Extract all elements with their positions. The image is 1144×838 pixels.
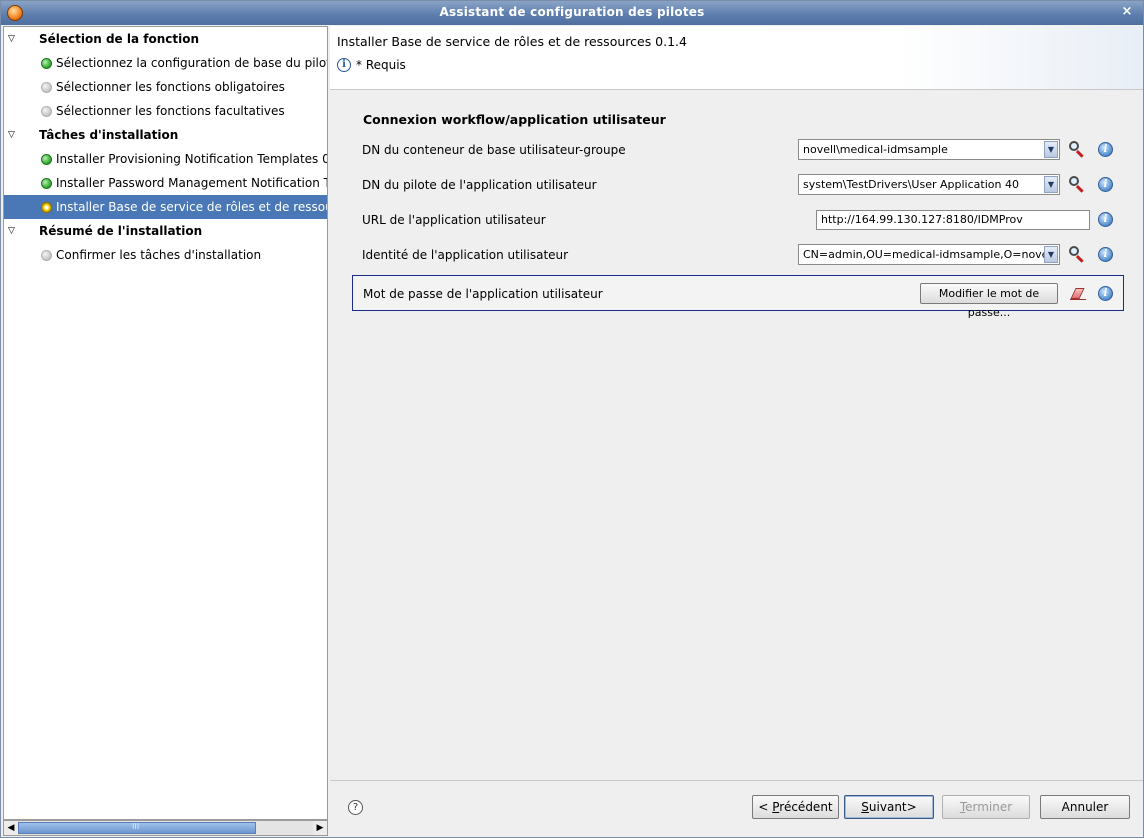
- steps-tree: ▽ Sélection de la fonction Sélectionnez …: [3, 26, 328, 820]
- scroll-left-icon[interactable]: ◀: [4, 821, 18, 835]
- next-mnemonic: S: [861, 800, 869, 814]
- user-app-driver-dn-combo[interactable]: system\TestDrivers\User Application 40 ▼: [798, 174, 1060, 195]
- tree-item-password-templates[interactable]: Installer Password Management Notificati…: [4, 171, 328, 195]
- combo-value: novell\medical-idmsample: [803, 143, 948, 156]
- base-container-dn-combo[interactable]: novell\medical-idmsample ▼: [798, 139, 1060, 160]
- back-label: récédent: [779, 800, 833, 814]
- status-current-icon: [41, 202, 52, 213]
- tree-item-label: Sélectionner les fonctions obligatoires: [56, 80, 285, 94]
- scroll-right-icon[interactable]: ▶: [313, 821, 327, 835]
- tree-item-required-functions[interactable]: Sélectionner les fonctions obligatoires: [4, 75, 327, 99]
- group-label: Tâches d'installation: [39, 128, 179, 142]
- status-complete-icon: [41, 154, 52, 165]
- tree-item-label: Confirmer les tâches d'installation: [56, 248, 262, 262]
- next-button[interactable]: Suivant>: [844, 795, 934, 819]
- tree-item-provisioning-templates[interactable]: Installer Provisioning Notification Temp…: [4, 147, 328, 171]
- scrollbar-grip: III: [132, 822, 140, 831]
- wizard-window: Assistant de configuration des pilotes ×…: [0, 0, 1144, 838]
- next-label: uivant>: [868, 800, 917, 814]
- tree-item-confirm-tasks[interactable]: Confirmer les tâches d'installation: [4, 243, 327, 267]
- user-app-identity-label: Identité de l'application utilisateur: [362, 248, 569, 262]
- chevron-down-icon[interactable]: ▼: [1044, 176, 1058, 193]
- user-app-url-label: URL de l'application utilisateur: [362, 213, 546, 227]
- password-row: Mot de passe de l'application utilisateu…: [352, 275, 1124, 319]
- chevron-down-icon[interactable]: ▼: [1044, 141, 1058, 158]
- password-label: Mot de passe de l'application utilisateu…: [363, 287, 603, 301]
- collapse-arrow-icon[interactable]: ▽: [8, 219, 20, 243]
- tree-item-rbrs-base[interactable]: Installer Base de service de rôles et de…: [4, 195, 328, 219]
- field-info-icon[interactable]: i: [1098, 247, 1113, 262]
- user-app-identity-combo[interactable]: CN=admin,OU=medical-idmsample,O=novell ▼: [798, 244, 1060, 265]
- browse-search-icon[interactable]: [1068, 245, 1086, 263]
- footer-separator: [330, 780, 1143, 781]
- close-icon[interactable]: ×: [1119, 4, 1135, 20]
- status-complete-icon: [41, 178, 52, 189]
- tree-horizontal-scrollbar[interactable]: ◀ III ▶: [3, 820, 328, 836]
- tree-item-label: Installer Provisioning Notification Temp…: [56, 152, 328, 166]
- tree-item-optional-functions[interactable]: Sélectionner les fonctions facultatives: [4, 99, 327, 123]
- finish-label: erminer: [965, 800, 1013, 814]
- field-info-icon[interactable]: i: [1098, 142, 1113, 157]
- status-complete-icon: [41, 58, 52, 69]
- content-panel: Installer Base de service de rôles et de…: [330, 26, 1143, 837]
- collapse-arrow-icon[interactable]: ▽: [8, 123, 20, 147]
- base-container-dn-label: DN du conteneur de base utilisateur-grou…: [362, 143, 626, 157]
- clear-password-icon[interactable]: [1070, 286, 1086, 300]
- input-value: http://164.99.130.127:8180/IDMProv: [821, 213, 1023, 226]
- back-prefix: <: [758, 800, 773, 814]
- field-info-icon[interactable]: i: [1098, 286, 1113, 301]
- change-password-button[interactable]: Modifier le mot de passe...: [920, 283, 1058, 319]
- tree-group-install-tasks[interactable]: ▽ Tâches d'installation: [4, 123, 327, 147]
- info-icon: i: [337, 58, 351, 72]
- tree-item-label: Installer Password Management Notificati…: [56, 176, 328, 190]
- required-note: * Requis: [356, 58, 406, 72]
- help-icon[interactable]: ?: [348, 800, 363, 815]
- group-label: Sélection de la fonction: [39, 32, 200, 46]
- tree-item-label: Sélectionner les fonctions facultatives: [56, 104, 285, 118]
- collapse-arrow-icon[interactable]: ▽: [8, 27, 20, 51]
- status-pending-icon: [41, 250, 52, 261]
- combo-value: CN=admin,OU=medical-idmsample,O=novell: [803, 248, 1055, 261]
- finish-button[interactable]: Terminer: [942, 795, 1030, 819]
- tree-item-label: Installer Base de service de rôles et de…: [56, 200, 328, 214]
- status-pending-icon: [41, 106, 52, 117]
- section-title: Connexion workflow/application utilisate…: [363, 112, 666, 127]
- status-pending-icon: [41, 82, 52, 93]
- tree-item-label: Sélectionnez la configuration de base du…: [56, 56, 328, 70]
- group-label: Résumé de l'installation: [39, 224, 203, 238]
- user-app-driver-dn-label: DN du pilote de l'application utilisateu…: [362, 178, 597, 192]
- chevron-down-icon[interactable]: ▼: [1044, 246, 1058, 263]
- tree-group-selection[interactable]: ▽ Sélection de la fonction: [4, 27, 327, 51]
- tree-group-summary[interactable]: ▽ Résumé de l'installation: [4, 219, 327, 243]
- title-bar[interactable]: Assistant de configuration des pilotes ×: [1, 1, 1143, 25]
- window-title: Assistant de configuration des pilotes: [439, 5, 705, 19]
- field-info-icon[interactable]: i: [1098, 212, 1113, 227]
- combo-value: system\TestDrivers\User Application 40: [803, 178, 1019, 191]
- user-app-url-input[interactable]: http://164.99.130.127:8180/IDMProv: [816, 210, 1090, 230]
- page-header: Installer Base de service de rôles et de…: [330, 26, 1143, 90]
- browse-search-icon[interactable]: [1068, 175, 1086, 193]
- tree-item-base-config[interactable]: Sélectionnez la configuration de base du…: [4, 51, 328, 75]
- page-title: Installer Base de service de rôles et de…: [337, 34, 687, 49]
- field-info-icon[interactable]: i: [1098, 177, 1113, 192]
- cancel-button[interactable]: Annuler: [1040, 795, 1130, 819]
- back-button[interactable]: < Précédent: [752, 795, 839, 819]
- browse-search-icon[interactable]: [1068, 140, 1086, 158]
